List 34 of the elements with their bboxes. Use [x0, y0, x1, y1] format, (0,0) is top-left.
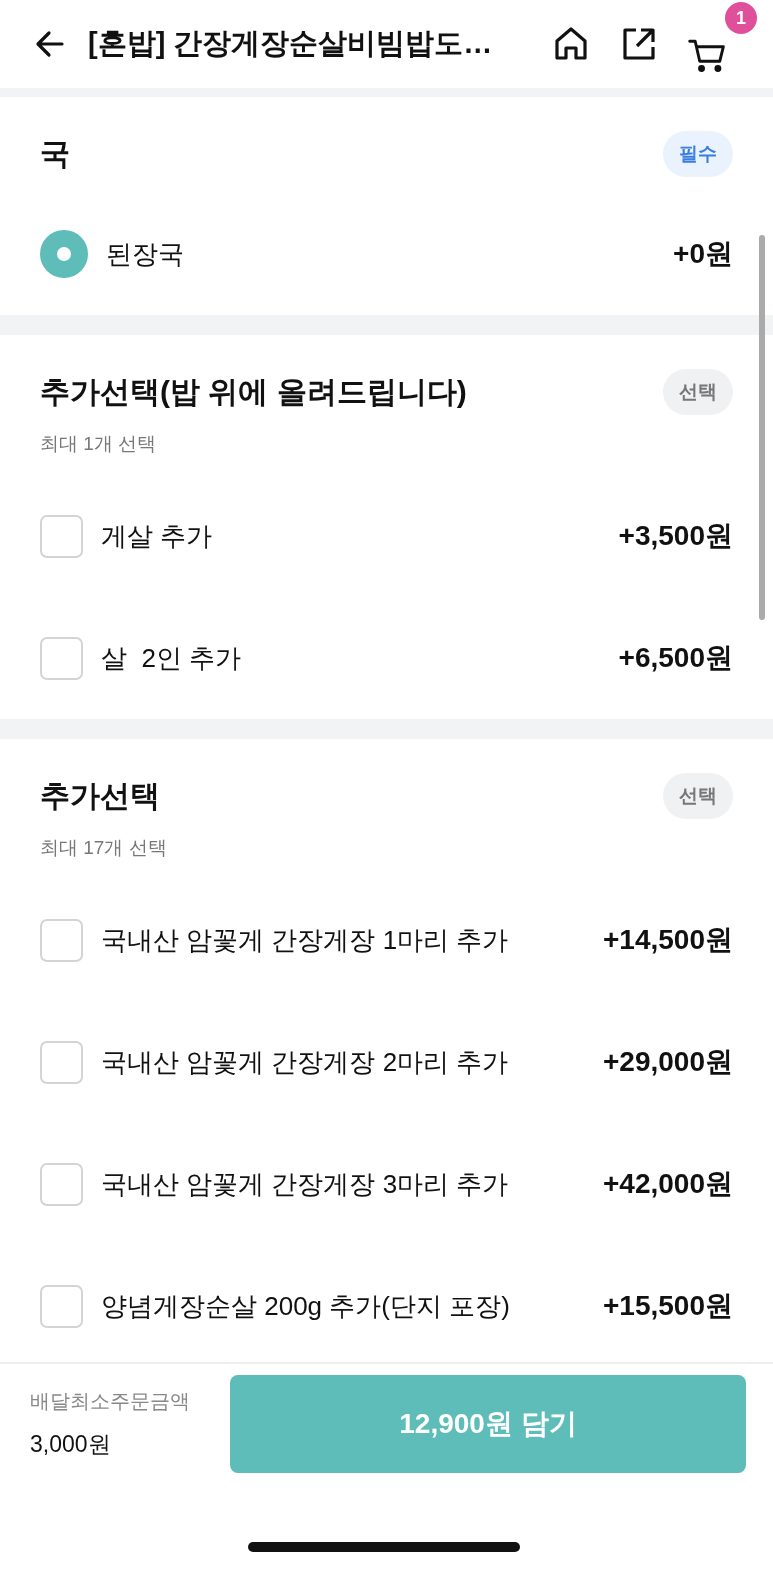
section-title: 추가선택	[40, 777, 160, 814]
checkbox[interactable]	[40, 514, 83, 558]
section-badge: 선택	[663, 773, 733, 819]
option-price: +15,500원	[603, 1289, 733, 1323]
option-price: +0원	[673, 237, 733, 271]
checkbox[interactable]	[40, 1162, 83, 1206]
section-title: 국	[40, 135, 70, 172]
option-label: 살 2인 추가	[101, 641, 243, 675]
radio-button[interactable]	[40, 230, 88, 278]
option-price: +3,500원	[618, 519, 733, 553]
option-price: +6,500원	[618, 641, 733, 675]
checkbox[interactable]	[40, 1284, 83, 1328]
option-label: 국내산 암꽃게 간장게장 3마리 추가	[101, 1167, 510, 1201]
checkbox[interactable]	[40, 636, 83, 680]
add-to-cart-button[interactable]: 12,900원 담기	[230, 1375, 746, 1473]
page-title: [혼밥] 간장게장순살비빔밥도…	[88, 26, 494, 61]
checkbox[interactable]	[40, 918, 83, 962]
min-order-label: 배달최소주문금액	[30, 1389, 190, 1414]
option-label: 국내산 암꽃게 간장게장 2마리 추가	[101, 1045, 510, 1079]
checkbox[interactable]	[40, 1040, 83, 1084]
option-label: 국내산 암꽃게 간장게장 1마리 추가	[101, 923, 510, 957]
option-label: 양념게장순살 200g 추가(단지 포장)	[101, 1289, 511, 1323]
section-title: 추가선택(밥 위에 올려드립니다)	[40, 373, 467, 410]
section-subtitle: 최대 17개 선택	[40, 836, 168, 860]
option-label: 된장국	[106, 237, 185, 271]
section-badge: 선택	[663, 369, 733, 415]
option-price: +29,000원	[603, 1045, 733, 1079]
section-subtitle: 최대 1개 선택	[40, 432, 158, 456]
min-order-value: 3,000원	[30, 1430, 112, 1459]
option-price: +42,000원	[603, 1167, 733, 1201]
option-label: 게살 추가	[101, 519, 214, 553]
cart-count-badge: 1	[725, 2, 757, 34]
section-badge: 필수	[663, 131, 733, 177]
option-price: +14,500원	[603, 923, 733, 957]
